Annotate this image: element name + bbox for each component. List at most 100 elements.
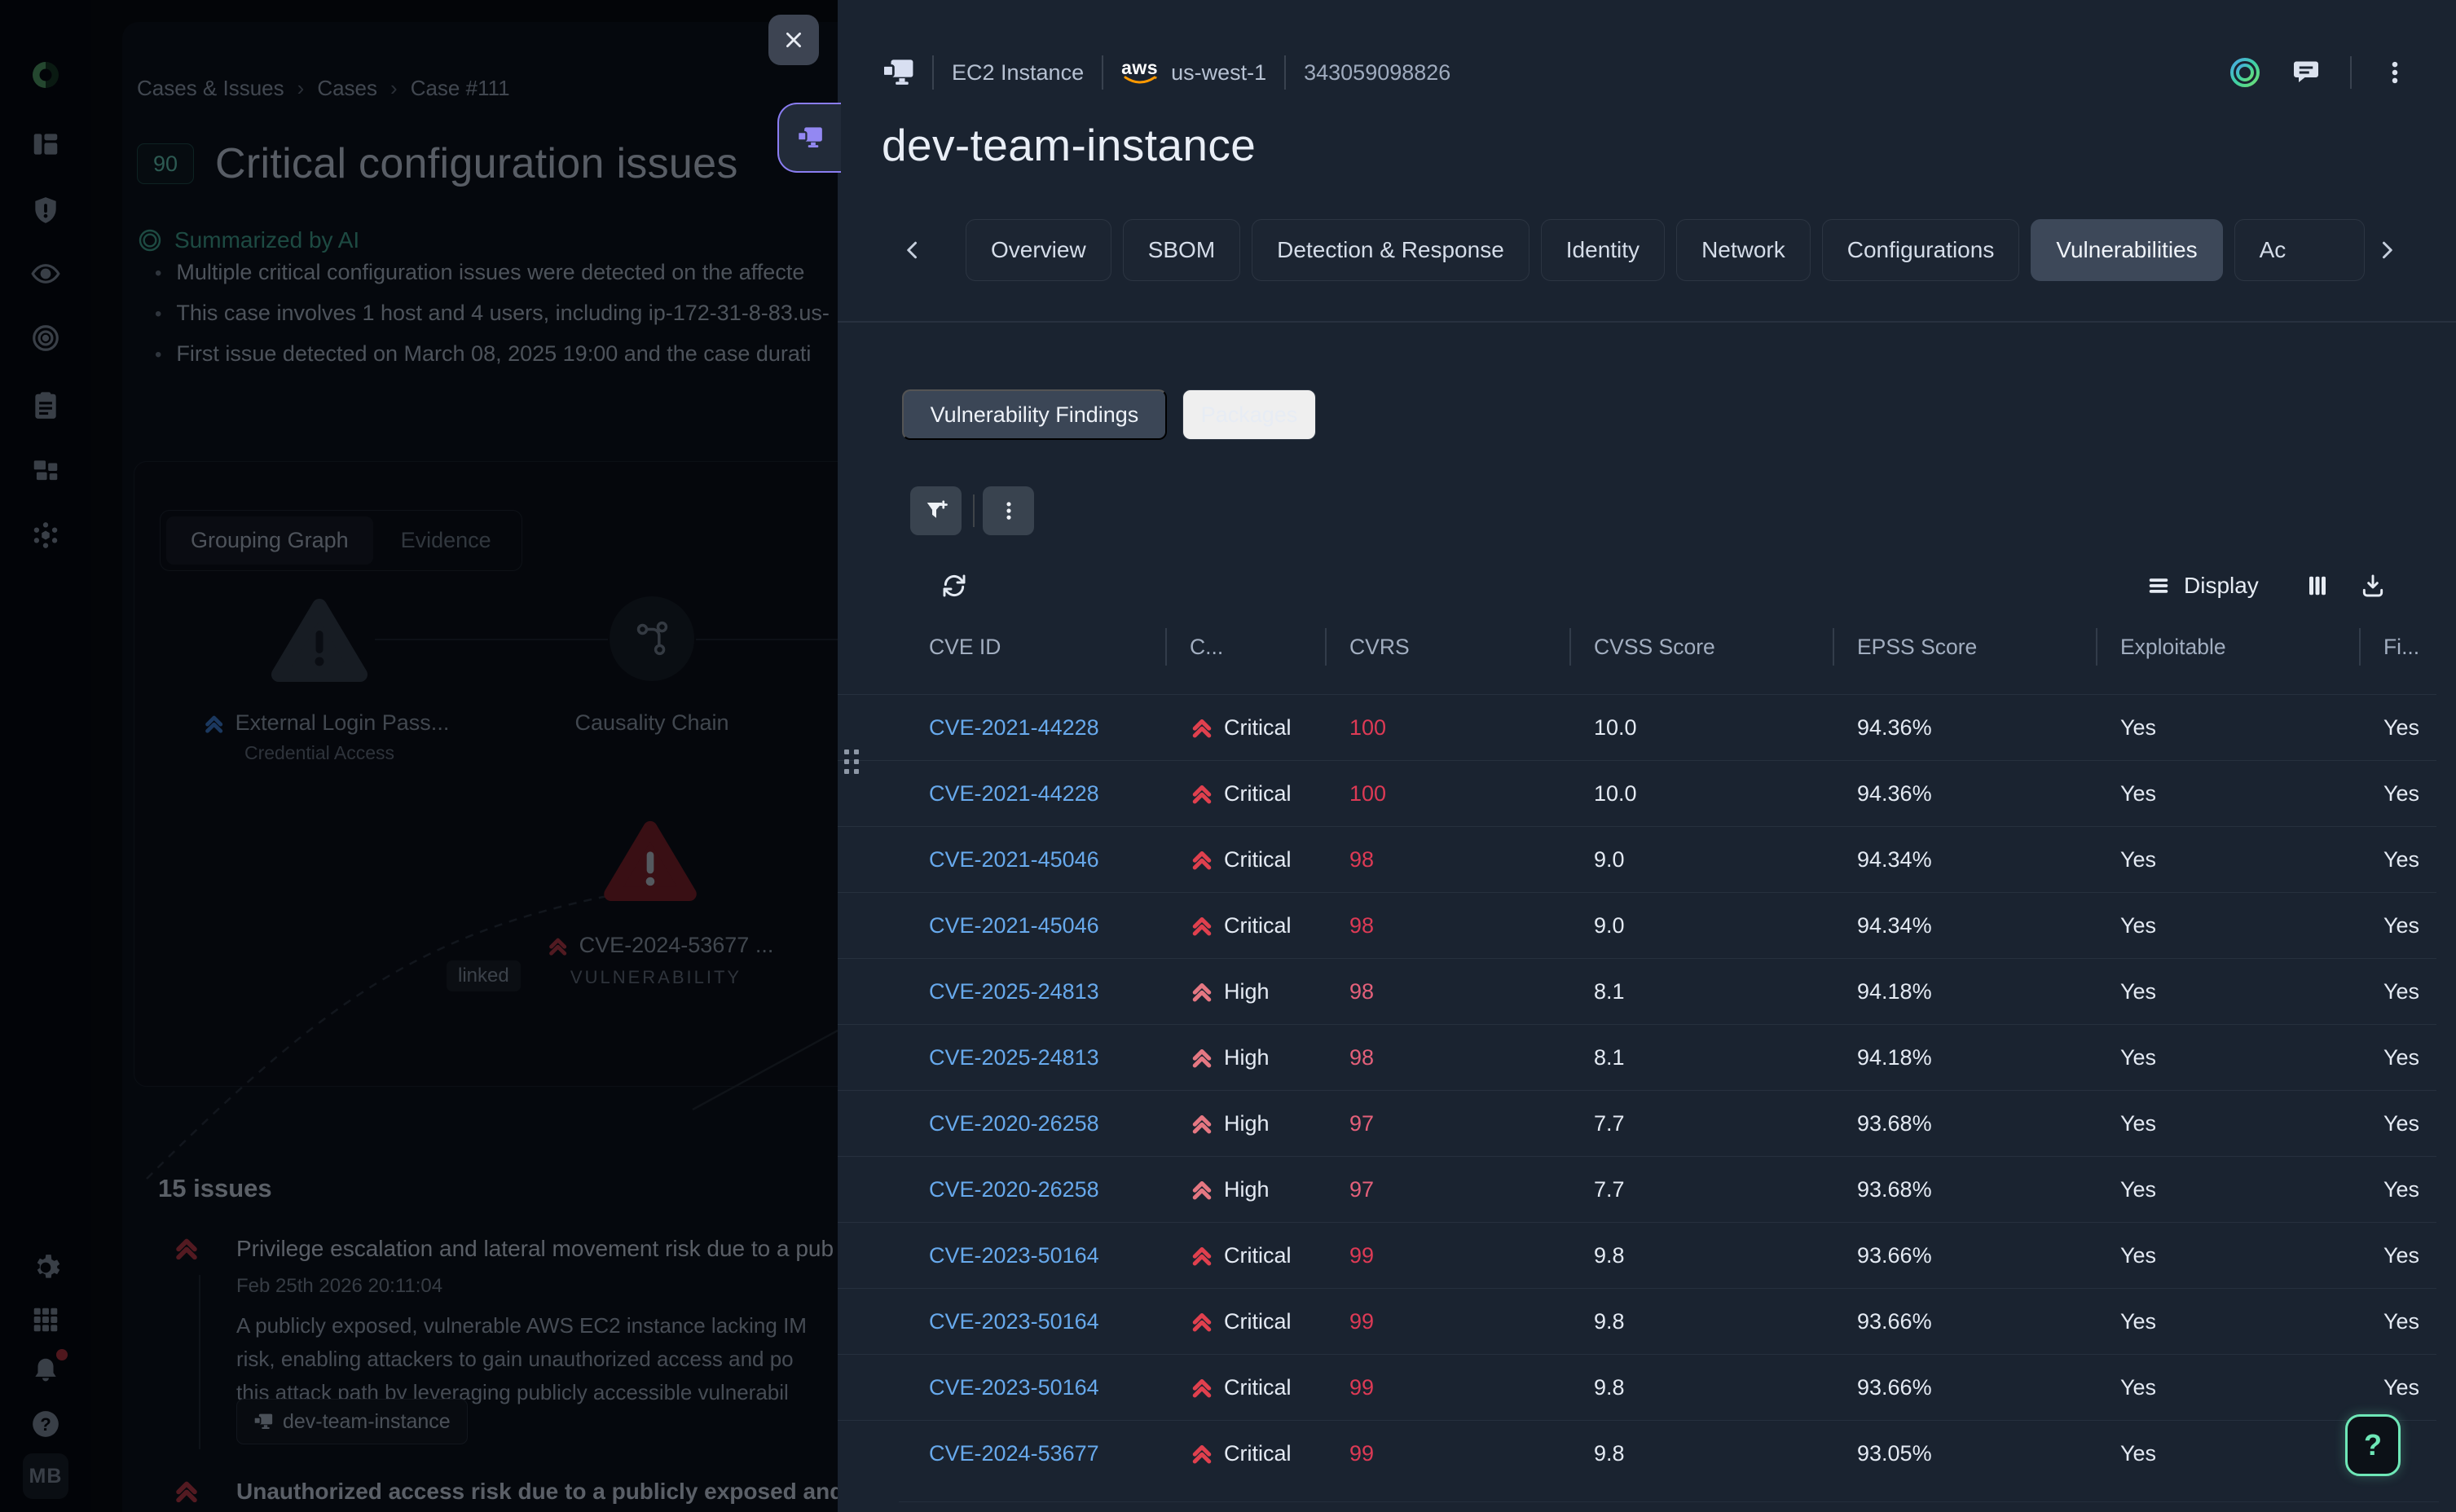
cve-link[interactable]: CVE-2023-50164 xyxy=(929,1375,1099,1400)
exploitable-value: Yes xyxy=(2096,1111,2359,1136)
display-lines-icon xyxy=(2146,574,2171,598)
asset-meta-row: EC2 Instance aws us-west-1 343059098826 xyxy=(882,54,1450,91)
fixable-value: Yes xyxy=(2359,979,2436,1004)
severity-label: Critical xyxy=(1224,781,1292,807)
cvss-value: 9.0 xyxy=(1569,913,1833,938)
cvrs-value: 99 xyxy=(1325,1243,1569,1268)
table-row[interactable]: CVE-2021-44228 Critical 100 10.0 94.36% … xyxy=(838,694,2436,760)
cve-link[interactable]: CVE-2025-24813 xyxy=(929,1045,1099,1070)
tabs-scroll-right-icon[interactable] xyxy=(2374,238,2398,262)
asset-title: dev-team-instance xyxy=(882,119,1256,171)
table-row[interactable]: CVE-2025-24813 High 98 8.1 94.18% Yes Ye… xyxy=(838,958,2436,1024)
table-row[interactable]: CVE-2021-45046 Critical 98 9.0 94.34% Ye… xyxy=(838,892,2436,958)
cvss-value: 10.0 xyxy=(1569,715,1833,741)
filter-plus-icon xyxy=(924,499,949,523)
tab-truncated[interactable]: Ac xyxy=(2234,219,2365,281)
severity-label: High xyxy=(1224,1177,1270,1202)
tab-detection-response[interactable]: Detection & Response xyxy=(1252,219,1529,281)
cvss-value: 9.8 xyxy=(1569,1309,1833,1334)
column-header-cve-id[interactable]: CVE ID xyxy=(929,635,1165,660)
column-header-cvss-score[interactable]: CVSS Score xyxy=(1569,635,1833,660)
comments-icon[interactable] xyxy=(2291,58,2321,87)
tabs-scroll-left-icon[interactable] xyxy=(901,238,926,262)
kebab-menu-icon[interactable] xyxy=(2381,59,2409,86)
table-row[interactable]: CVE-2023-50164 Critical 99 9.8 93.66% Ye… xyxy=(838,1288,2436,1354)
table-row[interactable]: CVE-2021-45046 Critical 98 9.0 94.34% Ye… xyxy=(838,826,2436,892)
tab-overview[interactable]: Overview xyxy=(966,219,1111,281)
tab-vulnerability-findings[interactable]: Vulnerability Findings xyxy=(902,389,1167,440)
severity-label: High xyxy=(1224,979,1270,1004)
divider xyxy=(899,1501,2439,1502)
column-header-epss-score[interactable]: EPSS Score xyxy=(1833,635,2096,660)
panel-drag-handle[interactable] xyxy=(777,103,841,173)
add-filter-button[interactable] xyxy=(910,486,962,535)
cve-link[interactable]: CVE-2021-45046 xyxy=(929,847,1099,872)
severity-icon xyxy=(1190,781,1214,806)
instance-icon xyxy=(882,59,914,86)
cve-link[interactable]: CVE-2023-50164 xyxy=(929,1243,1099,1268)
column-header-exploitable[interactable]: Exploitable xyxy=(2096,635,2359,660)
cve-link[interactable]: CVE-2024-53677 xyxy=(929,1441,1099,1466)
manage-columns-button[interactable] xyxy=(2296,567,2339,604)
table-row[interactable]: CVE-2021-44228 Critical 100 10.0 94.36% … xyxy=(838,760,2436,826)
severity-icon xyxy=(1190,1441,1214,1466)
epss-value: 94.36% xyxy=(1833,715,2096,741)
table-row[interactable]: CVE-2024-53677 Critical 99 9.8 93.05% Ye… xyxy=(838,1420,2436,1486)
tab-identity[interactable]: Identity xyxy=(1541,219,1665,281)
modal-dim-overlay xyxy=(0,0,838,1512)
cvrs-value: 99 xyxy=(1325,1375,1569,1400)
cve-link[interactable]: CVE-2021-45046 xyxy=(929,913,1099,938)
severity-icon xyxy=(1190,715,1214,740)
tab-packages[interactable]: Packages xyxy=(1182,389,1316,440)
export-download-button[interactable] xyxy=(2350,567,2396,604)
severity-label: Critical xyxy=(1224,1375,1292,1400)
cvrs-value: 98 xyxy=(1325,913,1569,938)
fixable-value: Yes xyxy=(2359,847,2436,872)
cve-link[interactable]: CVE-2023-50164 xyxy=(929,1309,1099,1334)
severity-icon xyxy=(1190,1375,1214,1400)
table-actions-menu-button[interactable] xyxy=(983,486,1034,535)
close-panel-button[interactable] xyxy=(768,15,819,65)
cve-link[interactable]: CVE-2021-44228 xyxy=(929,781,1099,806)
refresh-button[interactable] xyxy=(935,567,973,604)
tab-sbom[interactable]: SBOM xyxy=(1123,219,1240,281)
divider xyxy=(1284,55,1286,90)
table-row[interactable]: CVE-2020-26258 High 97 7.7 93.68% Yes Ye… xyxy=(838,1156,2436,1222)
columns-icon xyxy=(2305,574,2330,598)
help-button[interactable]: ? xyxy=(2345,1414,2401,1476)
tab-vulnerabilities[interactable]: Vulnerabilities xyxy=(2031,219,2222,281)
cvss-value: 9.0 xyxy=(1569,847,1833,872)
table-row[interactable]: CVE-2020-26258 High 97 7.7 93.68% Yes Ye… xyxy=(838,1090,2436,1156)
tab-configurations[interactable]: Configurations xyxy=(1822,219,2020,281)
epss-value: 94.34% xyxy=(1833,913,2096,938)
tab-network[interactable]: Network xyxy=(1676,219,1811,281)
fixable-value: Yes xyxy=(2359,913,2436,938)
refresh-icon xyxy=(941,573,967,599)
cvss-value: 9.8 xyxy=(1569,1243,1833,1268)
severity-label: Critical xyxy=(1224,847,1292,872)
cvss-value: 9.8 xyxy=(1569,1441,1833,1466)
epss-value: 93.66% xyxy=(1833,1309,2096,1334)
cve-link[interactable]: CVE-2025-24813 xyxy=(929,979,1099,1004)
divider xyxy=(1102,55,1103,90)
exploitable-value: Yes xyxy=(2096,1441,2359,1466)
resize-grip[interactable] xyxy=(844,749,859,774)
cve-link[interactable]: CVE-2020-26258 xyxy=(929,1177,1099,1202)
cvss-value: 8.1 xyxy=(1569,979,1833,1004)
divider xyxy=(973,494,975,527)
table-row[interactable]: CVE-2023-50164 Critical 99 9.8 93.66% Ye… xyxy=(838,1354,2436,1420)
epss-value: 93.68% xyxy=(1833,1177,2096,1202)
cve-link[interactable]: CVE-2020-26258 xyxy=(929,1111,1099,1136)
asset-detail-panel: EC2 Instance aws us-west-1 343059098826 … xyxy=(838,0,2456,1512)
ai-assistant-icon[interactable] xyxy=(2228,55,2262,90)
column-header-fixable[interactable]: Fi... xyxy=(2359,635,2456,660)
column-header-severity[interactable]: C... xyxy=(1165,635,1325,660)
table-row[interactable]: CVE-2023-50164 Critical 99 9.8 93.66% Ye… xyxy=(838,1222,2436,1288)
cvss-value: 8.1 xyxy=(1569,1045,1833,1070)
cve-link[interactable]: CVE-2021-44228 xyxy=(929,715,1099,740)
column-header-cvrs[interactable]: CVRS xyxy=(1325,635,1569,660)
display-button[interactable]: Display xyxy=(2141,567,2264,604)
exploitable-value: Yes xyxy=(2096,1177,2359,1202)
cvss-value: 10.0 xyxy=(1569,781,1833,807)
table-row[interactable]: CVE-2025-24813 High 98 8.1 94.18% Yes Ye… xyxy=(838,1024,2436,1090)
